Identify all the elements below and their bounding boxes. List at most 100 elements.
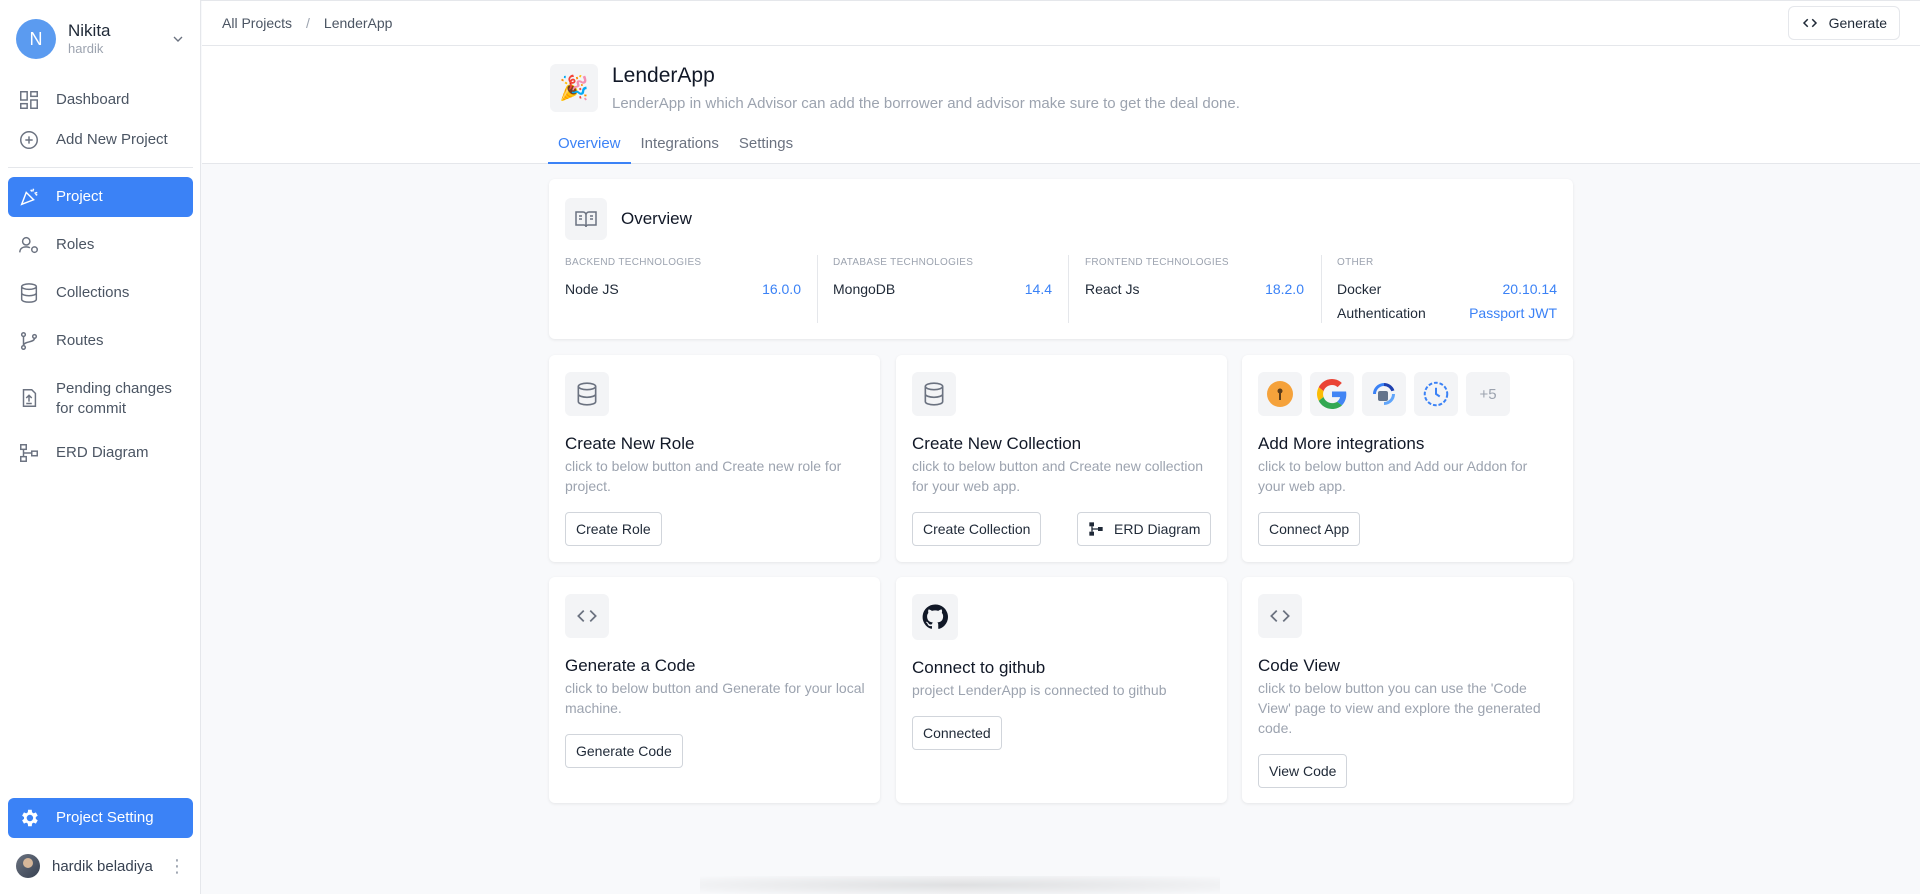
create-role-card: Create New Role click to below button an… xyxy=(549,355,880,562)
database-technologies: DATABASE TECHNOLOGIES MongoDB 14.4 xyxy=(833,257,1052,298)
column-caption: OTHER xyxy=(1337,257,1374,268)
user-menu[interactable]: N Nikita hardik xyxy=(16,18,186,60)
project-emoji-icon: 🎉 xyxy=(550,64,598,112)
project-setting-label: Project Setting xyxy=(56,809,154,826)
tab-settings[interactable]: Settings xyxy=(729,130,803,164)
card-description: click to below button and Add our Addon … xyxy=(1258,458,1528,494)
tab-overview[interactable]: Overview xyxy=(548,130,631,164)
code-icon xyxy=(565,594,609,638)
connected-button[interactable]: Connected xyxy=(912,716,1002,750)
gear-icon xyxy=(22,809,38,827)
create-collection-card: Create New Collection click to below but… xyxy=(896,355,1227,562)
overview-title: Overview xyxy=(621,209,692,228)
tab-integrations[interactable]: Integrations xyxy=(631,130,729,164)
sidebar-item-label: Routes xyxy=(56,332,104,349)
sidebar-item-roles[interactable]: Roles xyxy=(8,225,193,265)
overview-card: Overview BACKEND TECHNOLOGIES Node JS 16… xyxy=(549,179,1573,339)
tech-name: Node JS xyxy=(565,281,619,297)
sidebar-item-label: Dashboard xyxy=(56,91,130,108)
sidebar-item-project[interactable]: Project xyxy=(8,177,193,217)
erd-diagram-label: ERD Diagram xyxy=(1114,521,1201,537)
column-caption: DATABASE TECHNOLOGIES xyxy=(833,257,974,268)
create-role-button[interactable]: Create Role xyxy=(565,512,662,546)
github-card: Connect to github project LenderApp is c… xyxy=(896,577,1227,803)
generate-code-button[interactable]: Generate Code xyxy=(565,734,683,768)
generate-button[interactable]: Generate xyxy=(1787,6,1900,40)
tech-name: Authentication xyxy=(1337,305,1426,321)
view-code-button[interactable]: View Code xyxy=(1258,754,1348,788)
sidebar-item-label: Collections xyxy=(56,284,130,301)
card-title: Create New Role xyxy=(565,434,695,453)
refresh-app-icon[interactable] xyxy=(1362,372,1406,416)
erd-diagram-button[interactable]: ERD Diagram xyxy=(1077,512,1212,546)
column-divider xyxy=(817,255,818,323)
tab-bar: Overview Integrations Settings xyxy=(548,130,803,164)
create-collection-button[interactable]: Create Collection xyxy=(912,512,1042,546)
generate-label: Generate xyxy=(1828,15,1887,31)
sidebar-item-add-new-project[interactable]: Add New Project xyxy=(8,120,193,160)
breadcrumb: All Projects / LenderApp xyxy=(222,15,392,31)
google-icon[interactable] xyxy=(1310,372,1354,416)
code-icon xyxy=(1802,18,1817,28)
sidebar-item-label: Pending changes for commit xyxy=(56,380,172,417)
card-description: project LenderApp is connected to github xyxy=(912,682,1167,698)
diagram-icon xyxy=(20,444,38,462)
tech-row: React Js 18.2.0 xyxy=(1085,280,1304,298)
bottom-user-name: hardik beladiya xyxy=(52,857,153,875)
sidebar-item-label: Add New Project xyxy=(56,131,168,148)
sidebar-item-pending-changes[interactable]: Pending changes for commit xyxy=(8,373,193,425)
sidebar-divider xyxy=(8,167,193,168)
sidebar-item-dashboard[interactable]: Dashboard xyxy=(8,80,193,120)
book-icon xyxy=(565,198,607,240)
breadcrumb-all-projects[interactable]: All Projects xyxy=(222,15,292,31)
tech-name: Docker xyxy=(1337,281,1382,297)
keycloak-icon[interactable] xyxy=(1258,372,1302,416)
page-title: LenderApp xyxy=(612,64,715,87)
tech-version: 18.2.0 xyxy=(1265,281,1304,297)
more-vertical-icon[interactable]: ⋮ xyxy=(168,856,186,877)
tech-version: 14.4 xyxy=(1024,281,1052,297)
generate-code-card: Generate a Code click to below button an… xyxy=(549,577,880,803)
diagram-icon xyxy=(1089,522,1103,536)
project-setting-button[interactable]: Project Setting xyxy=(8,798,193,838)
plus-circle-icon xyxy=(20,131,38,149)
top-header: All Projects / LenderApp Generate xyxy=(202,1,1920,46)
tech-row: Docker 20.10.14 xyxy=(1337,280,1557,298)
tech-version: Passport JWT xyxy=(1469,305,1557,321)
tech-version: 20.10.14 xyxy=(1502,281,1558,297)
party-popper-icon xyxy=(20,188,38,206)
code-icon xyxy=(1258,594,1302,638)
tech-name: MongoDB xyxy=(833,281,896,297)
card-description: click to below button you can use the 'C… xyxy=(1258,680,1541,736)
clock-icon[interactable] xyxy=(1414,372,1458,416)
frontend-technologies: FRONTEND TECHNOLOGIES React Js 18.2.0 xyxy=(1085,257,1304,298)
integrations-card: +5 Add More integrations click to below … xyxy=(1242,355,1573,562)
other-technologies: OTHER Docker 20.10.14 Authentication Pas… xyxy=(1337,257,1557,322)
card-description: click to below button and Generate for y… xyxy=(565,680,865,716)
connect-app-button[interactable]: Connect App xyxy=(1258,512,1361,546)
more-integrations-badge[interactable]: +5 xyxy=(1466,372,1510,416)
sidebar-item-label: Roles xyxy=(56,236,95,253)
tech-row: Node JS 16.0.0 xyxy=(565,280,801,298)
column-caption: BACKEND TECHNOLOGIES xyxy=(565,257,702,268)
column-divider xyxy=(1321,255,1322,323)
user-name: Nikita xyxy=(68,21,111,40)
sidebar-item-label: Project xyxy=(56,188,103,205)
user-subtitle: hardik xyxy=(68,41,104,56)
user-gear-icon xyxy=(19,236,38,254)
avatar: N xyxy=(16,19,56,59)
sidebar-item-routes[interactable]: Routes xyxy=(8,321,193,361)
dashboard-icon xyxy=(20,91,38,109)
database-icon xyxy=(565,372,609,416)
tech-name: React Js xyxy=(1085,281,1140,297)
card-title: Connect to github xyxy=(912,658,1046,677)
tech-row: MongoDB 14.4 xyxy=(833,280,1052,298)
tech-row: Authentication Passport JWT xyxy=(1337,304,1557,322)
breadcrumb-separator: / xyxy=(306,15,310,31)
sidebar-item-erd-diagram[interactable]: ERD Diagram xyxy=(8,433,193,473)
card-description: click to below button and Create new rol… xyxy=(565,458,842,494)
database-icon xyxy=(912,372,956,416)
card-title: Generate a Code xyxy=(565,656,696,675)
sidebar-item-collections[interactable]: Collections xyxy=(8,273,193,313)
column-divider xyxy=(1068,255,1069,323)
